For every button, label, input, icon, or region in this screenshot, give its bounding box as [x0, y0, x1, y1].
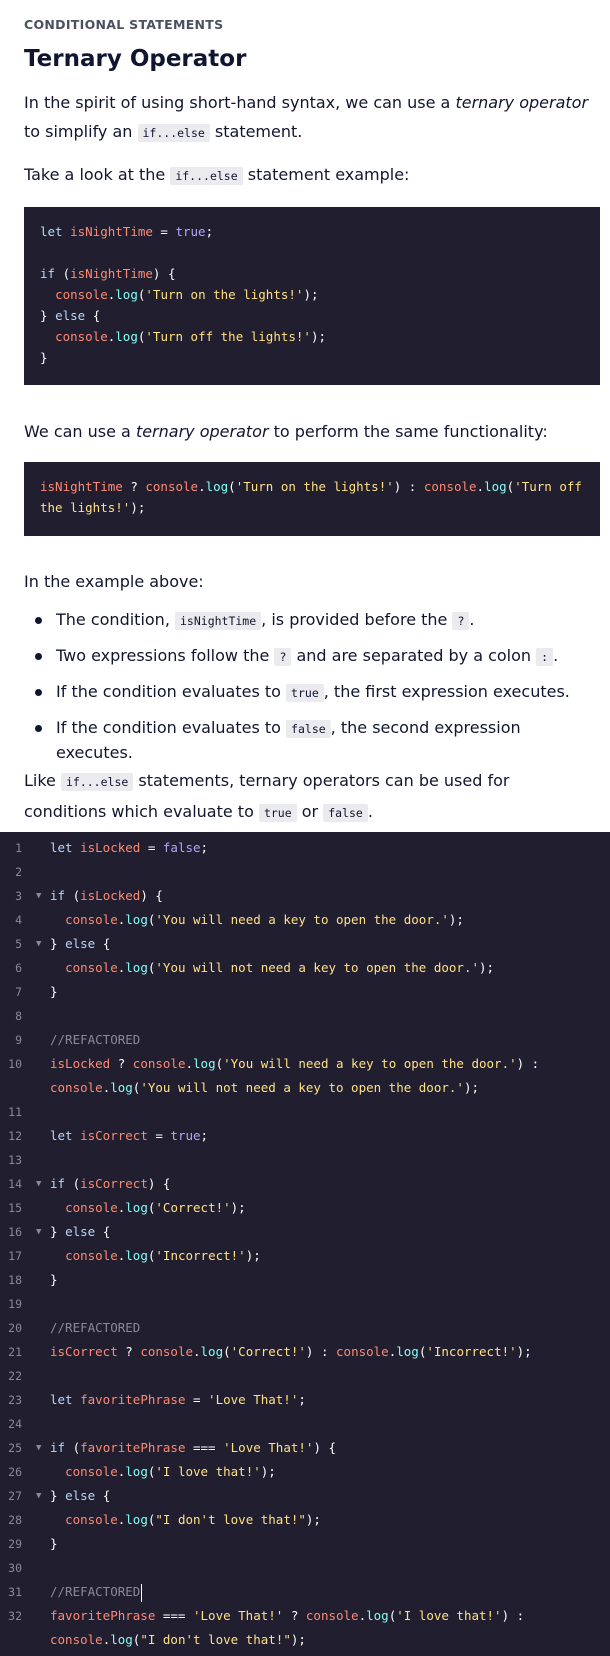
line-number: 18: [8, 1273, 22, 1287]
editor-line[interactable]: 9 //REFACTORED: [0, 1028, 610, 1052]
line-number: 32: [8, 1609, 22, 1623]
fold-toggle-icon[interactable]: ▼: [36, 1484, 41, 1508]
line-number: 15: [8, 1201, 22, 1215]
editor-line[interactable]: 22: [0, 1364, 610, 1388]
line-number: 5: [15, 937, 22, 951]
editor-line[interactable]: 15 console.log('Correct!');: [0, 1196, 610, 1220]
page-title: Ternary Operator: [24, 46, 247, 72]
line-number: 3: [15, 889, 22, 903]
editor-line[interactable]: 20 //REFACTORED: [0, 1316, 610, 1340]
line-number: 4: [15, 913, 22, 927]
line-number: 8: [15, 1009, 22, 1023]
editor-line[interactable]: 3 ▼ if (isLocked) {: [0, 884, 610, 908]
line-number: 12: [8, 1129, 22, 1143]
line-number: 1: [15, 841, 22, 855]
line-number: 27: [8, 1489, 22, 1503]
editor-line[interactable]: 4 console.log('You will need a key to op…: [0, 908, 610, 932]
editor-line[interactable]: 31 //REFACTORED: [0, 1580, 610, 1604]
ternary-intro-paragraph: We can use a ternary operator to perform…: [24, 422, 548, 441]
editor-line[interactable]: 10 isLocked ? console.log('You will need…: [0, 1052, 610, 1100]
fold-toggle-icon[interactable]: ▼: [36, 1436, 41, 1460]
line-number: 16: [8, 1225, 22, 1239]
editor-line[interactable]: 27 ▼ } else {: [0, 1484, 610, 1508]
section-eyebrow: CONDITIONAL STATEMENTS: [24, 17, 224, 32]
fold-toggle-icon[interactable]: ▼: [36, 932, 41, 956]
editor-line[interactable]: 14 ▼ if (isCorrect) {: [0, 1172, 610, 1196]
editor-line[interactable]: 7 }: [0, 980, 610, 1004]
list-item: The condition, isNightTime, is provided …: [24, 608, 594, 644]
editor-line[interactable]: 21 isCorrect ? console.log('Correct!') :…: [0, 1340, 610, 1364]
line-number: 14: [8, 1177, 22, 1191]
line-number: 21: [8, 1345, 22, 1359]
fold-toggle-icon[interactable]: ▼: [36, 1172, 41, 1196]
list-item: If the condition evaluates to false, the…: [24, 716, 594, 762]
editor-line[interactable]: 6 console.log('You will not need a key t…: [0, 956, 610, 980]
editor-line[interactable]: 19: [0, 1292, 610, 1316]
line-number: 29: [8, 1537, 22, 1551]
line-number: 6: [15, 961, 22, 975]
line-number: 23: [8, 1393, 22, 1407]
line-number: 26: [8, 1465, 22, 1479]
line-number: 10: [8, 1057, 22, 1071]
editor-line[interactable]: 17 console.log('Incorrect!');: [0, 1244, 610, 1268]
line-number: 19: [8, 1297, 22, 1311]
editor-line[interactable]: 25 ▼ if (favoritePhrase === 'Love That!'…: [0, 1436, 610, 1460]
line-number: 28: [8, 1513, 22, 1527]
list-item: If the condition evaluates to true, the …: [24, 680, 594, 716]
line-number: 9: [15, 1033, 22, 1047]
intro-paragraph: In the spirit of using short-hand syntax…: [24, 93, 589, 142]
editor-line[interactable]: 12 let isCorrect = true;: [0, 1124, 610, 1148]
editor-line[interactable]: 8: [0, 1004, 610, 1028]
line-number: 11: [8, 1105, 22, 1119]
editor-line[interactable]: 29 }: [0, 1532, 610, 1556]
editor-line[interactable]: 32 favoritePhrase === 'Love That!' ? con…: [0, 1604, 610, 1652]
editor-line[interactable]: 26 console.log('I love that!');: [0, 1460, 610, 1484]
line-number: 20: [8, 1321, 22, 1335]
line-number: 7: [15, 985, 22, 999]
list-item: Two expressions follow the ? and are sep…: [24, 644, 594, 680]
line-number: 31: [8, 1585, 22, 1599]
editor-line[interactable]: 18 }: [0, 1268, 610, 1292]
editor-line[interactable]: 11: [0, 1100, 610, 1124]
example-explanation-intro: In the example above:: [24, 572, 204, 591]
line-number: 22: [8, 1369, 22, 1383]
explanation-list: The condition, isNightTime, is provided …: [24, 608, 594, 762]
example-intro-paragraph: Take a look at the if...else statement e…: [24, 165, 410, 185]
line-number: 13: [8, 1153, 22, 1167]
editor-line[interactable]: 13: [0, 1148, 610, 1172]
code-example-if-else: let isNightTime = true; if (isNightTime)…: [24, 207, 600, 385]
code-editor[interactable]: 1 let isLocked = false; 2 3 ▼ if (isLock…: [0, 832, 610, 1656]
editor-line[interactable]: 2: [0, 860, 610, 884]
fold-toggle-icon[interactable]: ▼: [36, 1220, 41, 1244]
editor-line[interactable]: 16 ▼ } else {: [0, 1220, 610, 1244]
inline-code: if...else: [137, 124, 210, 142]
editor-line[interactable]: 28 console.log("I don't love that!");: [0, 1508, 610, 1532]
line-number: 24: [8, 1417, 22, 1431]
line-number: 17: [8, 1249, 22, 1263]
code-example-ternary: isNightTime ? console.log('Turn on the l…: [24, 462, 600, 536]
editor-line[interactable]: 24: [0, 1412, 610, 1436]
fold-toggle-icon[interactable]: ▼: [36, 884, 41, 908]
editor-line[interactable]: 5 ▼ } else {: [0, 932, 610, 956]
line-number: 2: [15, 865, 22, 879]
editor-line[interactable]: 23 let favoritePhrase = 'Love That!';: [0, 1388, 610, 1412]
text-cursor: [141, 1583, 143, 1602]
editor-line[interactable]: 1 let isLocked = false;: [0, 836, 610, 860]
editor-line[interactable]: 30: [0, 1556, 610, 1580]
inline-code: if...else: [170, 167, 243, 185]
closing-paragraph: Like if...else statements, ternary opera…: [24, 771, 510, 822]
line-number: 30: [8, 1561, 22, 1575]
line-number: 25: [8, 1441, 22, 1455]
